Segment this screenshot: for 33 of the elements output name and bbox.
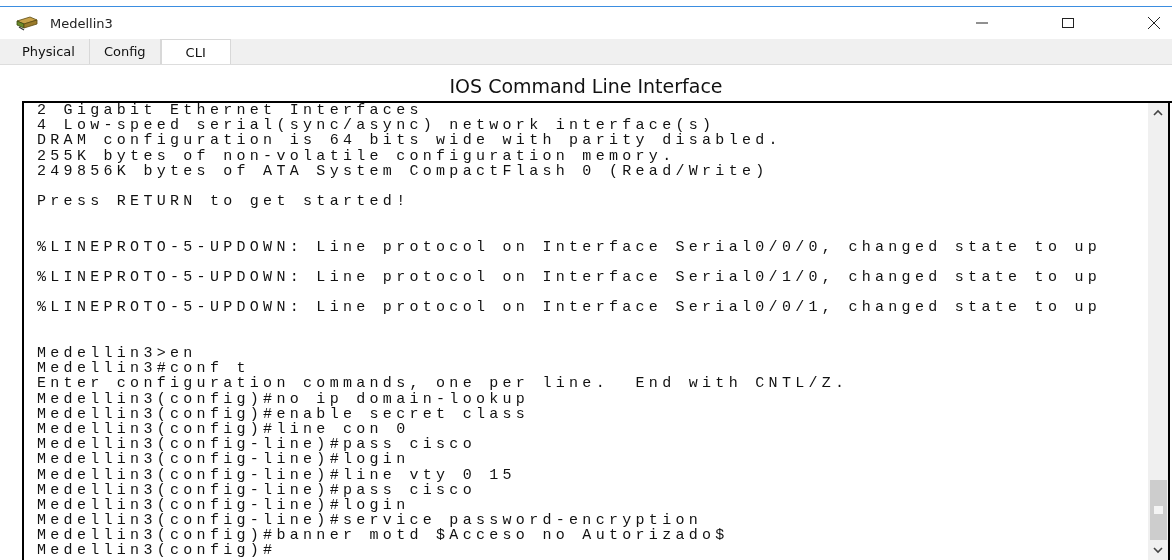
scroll-down-icon[interactable] bbox=[1152, 546, 1164, 554]
terminal-line: 2 Gigabit Ethernet Interfaces bbox=[37, 103, 423, 119]
terminal-line: Medellin3(config)# bbox=[37, 543, 277, 559]
terminal-line: Enter configuration commands, one per line. End with CNTL/Z. bbox=[37, 376, 850, 392]
terminal-line: Medellin3(config)#banner motd $Acceso no Autorizado$ bbox=[37, 528, 730, 544]
terminal-line: Medellin3(config-line)#service password-encryption bbox=[37, 513, 703, 529]
window-title: Medellin3 bbox=[50, 15, 113, 31]
terminal-line: Medellin3(config-line)#pass cisco bbox=[37, 437, 477, 453]
terminal-line: DRAM configuration is 64 bits wide with parity disabled. bbox=[37, 133, 783, 149]
maximize-icon[interactable] bbox=[1060, 15, 1076, 31]
terminal-line: Medellin3(config-line)#line vty 0 15 bbox=[37, 467, 517, 483]
terminal-line: Medellin3(config-line)#login bbox=[37, 497, 410, 514]
terminal-line: Medellin3(config-line)#pass cisco bbox=[37, 482, 477, 498]
terminal-line: %LINEPROTO-5-UPDOWN: Line protocol on Interface Serial0/0/1, changed state to up bbox=[37, 300, 1103, 316]
terminal-line: Medellin3#conf t bbox=[37, 361, 250, 377]
terminal-line: 4 Low-speed serial(sync/async) network interface(s) bbox=[37, 118, 716, 134]
terminal-line: %LINEPROTO-5-UPDOWN: Line protocol on Interface Serial0/0/0, changed state to up bbox=[37, 239, 1103, 255]
scrollbar[interactable] bbox=[1148, 103, 1170, 560]
router-icon bbox=[14, 15, 40, 31]
terminal-line: Medellin3(config)#no ip domain-lookup bbox=[37, 391, 531, 407]
terminal-line: Medellin3>en bbox=[37, 346, 197, 362]
panel-heading: IOS Command Line Interface bbox=[448, 74, 724, 99]
terminal-line: Medellin3(config-line)#login bbox=[37, 452, 411, 468]
terminal-line: 249856K bytes of ATA System CompactFlash 0 (Read/Write) bbox=[37, 163, 770, 179]
terminal-line: %LINEPROTO-5-UPDOWN: Line protocol on Interface Serial0/1/0, changed state to up bbox=[37, 270, 1103, 286]
scroll-thumb[interactable] bbox=[1149, 480, 1167, 540]
close-icon[interactable] bbox=[1146, 15, 1162, 31]
terminal-line: 255K bytes of non-volatile configuration memory. bbox=[37, 148, 676, 164]
tab[interactable]: CLI bbox=[160, 39, 231, 64]
scroll-up-icon[interactable] bbox=[1152, 109, 1164, 117]
terminal-line: Medellin3(config)#line con 0 bbox=[37, 421, 410, 438]
terminal-line: Medellin3(config)#enable secret class bbox=[37, 406, 531, 422]
terminal-line: Press RETURN to get started! bbox=[37, 194, 411, 210]
